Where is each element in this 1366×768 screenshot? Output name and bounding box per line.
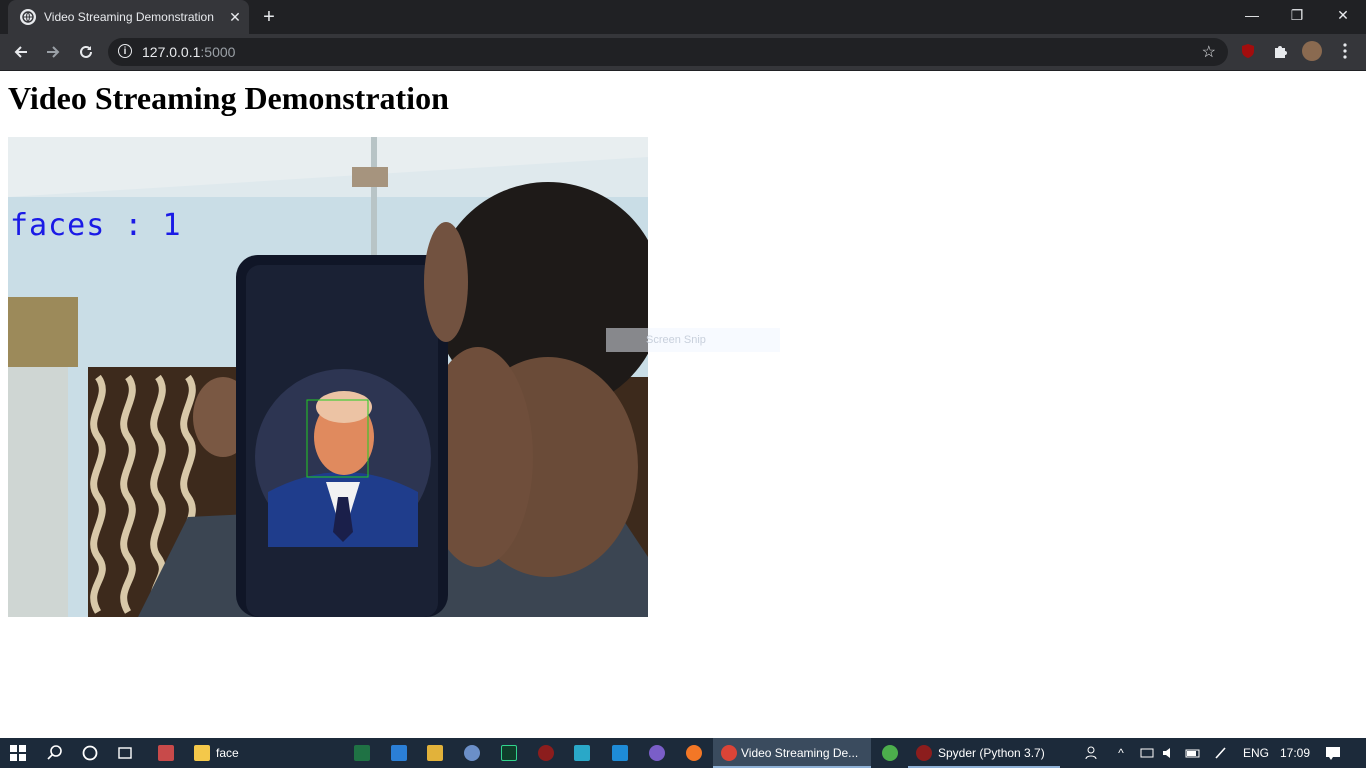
clock[interactable]: 17:09	[1280, 738, 1310, 768]
volume-icon[interactable]	[1160, 738, 1178, 768]
taskbar-spyder-window[interactable]: Spyder (Python 3.7)	[908, 738, 1060, 768]
vscode-icon[interactable]	[610, 738, 630, 768]
profile-avatar[interactable]	[1302, 41, 1322, 61]
info-icon[interactable]: i	[118, 44, 132, 58]
new-tab-button[interactable]: +	[258, 6, 280, 28]
restore-button[interactable]: ❐	[1274, 0, 1320, 30]
browser-toolbar: i 127.0.0.1:5000 ☆	[0, 34, 1366, 71]
chrome-icon	[721, 745, 737, 761]
language-indicator[interactable]: ENG	[1243, 738, 1269, 768]
back-arrow-icon[interactable]	[8, 40, 34, 64]
screen-snip-hint: Screen Snip	[606, 328, 780, 352]
url-host: 127.0.0.1	[142, 44, 201, 60]
folder-icon	[194, 745, 210, 761]
spyder-window-icon	[916, 745, 932, 761]
task-view-icon[interactable]	[115, 738, 135, 768]
bookmark-star-icon[interactable]: ☆	[1202, 42, 1216, 62]
tab-close-icon[interactable]: ✕	[221, 9, 249, 26]
puzzle-extensions-icon[interactable]	[1271, 42, 1289, 60]
forward-arrow-icon[interactable]	[40, 40, 66, 64]
minimize-button[interactable]: —	[1229, 0, 1275, 30]
reload-icon[interactable]	[73, 40, 99, 64]
globe-icon	[20, 9, 36, 25]
page-title: Video Streaming Demonstration	[8, 80, 449, 116]
browser-tab-strip: Video Streaming Demonstration ✕ + — ❐ ✕	[0, 0, 1366, 34]
spyder-window-label: Spyder (Python 3.7)	[938, 746, 1045, 760]
notifications-icon[interactable]	[1324, 738, 1342, 768]
windows-start-icon[interactable]	[6, 738, 30, 768]
taskbar-folder-face[interactable]: face	[190, 738, 314, 768]
spyder-icon[interactable]	[536, 738, 556, 768]
mail-icon[interactable]	[389, 738, 409, 768]
jupyter-icon[interactable]	[684, 738, 704, 768]
people-icon[interactable]	[1084, 738, 1102, 768]
tab-title: Video Streaming Demonstration	[44, 10, 214, 24]
search-icon[interactable]	[44, 738, 66, 768]
app-icon-green[interactable]	[880, 738, 900, 768]
close-window-button[interactable]: ✕	[1320, 0, 1366, 30]
pen-icon[interactable]	[1212, 738, 1230, 768]
url-port: :5000	[200, 44, 236, 60]
address-bar[interactable]: i 127.0.0.1:5000 ☆	[108, 38, 1228, 66]
chevron-up-icon[interactable]: ^	[1113, 738, 1129, 768]
faces-count-overlay: faces : 1	[10, 208, 182, 243]
folder-label: face	[216, 746, 239, 760]
cortana-circle-icon[interactable]	[80, 738, 100, 768]
battery-icon[interactable]	[1184, 738, 1202, 768]
taskbar-chrome-window[interactable]: Video Streaming De...	[713, 738, 871, 768]
r-icon[interactable]	[462, 738, 482, 768]
windows-taskbar: face Video Streaming De... Spyder (Pytho…	[0, 738, 1366, 768]
ublock-extension-icon[interactable]	[1239, 42, 1257, 60]
chrome-window-label: Video Streaming De...	[741, 746, 859, 760]
app-icon-red[interactable]	[156, 738, 176, 768]
network-icon[interactable]	[1138, 738, 1156, 768]
menu-kebab-icon[interactable]	[1336, 42, 1354, 60]
app-icon-yellow[interactable]	[425, 738, 445, 768]
app-icon-purple[interactable]	[647, 738, 667, 768]
app-icon-snowflake[interactable]	[572, 738, 592, 768]
tab-video-streaming[interactable]: Video Streaming Demonstration ✕	[8, 0, 249, 34]
pycharm-icon[interactable]	[499, 738, 519, 768]
url-text: 127.0.0.1:5000	[142, 44, 235, 60]
excel-icon[interactable]	[352, 738, 372, 768]
